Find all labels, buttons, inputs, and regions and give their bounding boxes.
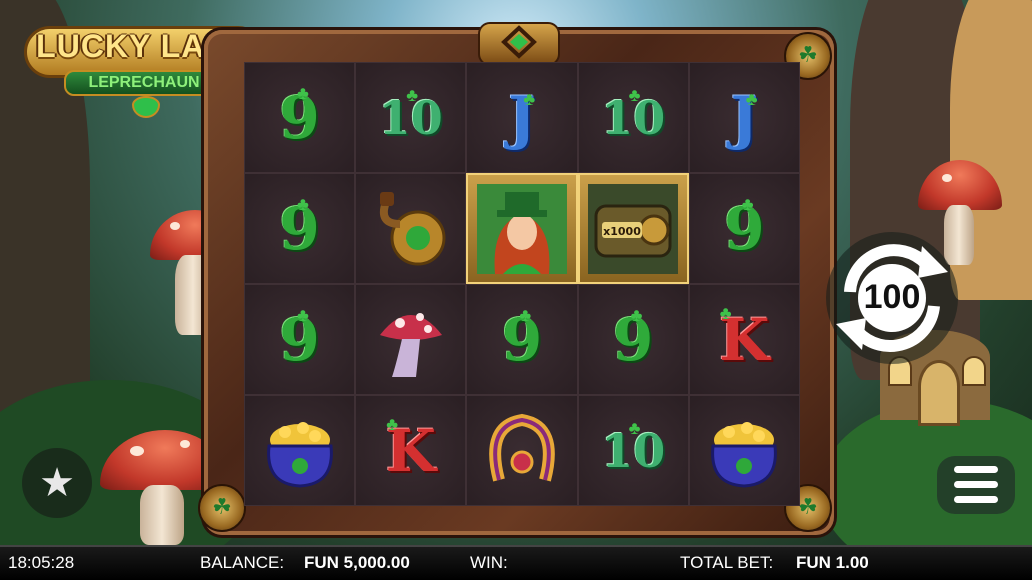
reel-grid: 9 ♣ 10 ♣ J ♣ 10 ♣ J ♣ 9 ♣ x1000 9 ♣ 9 ♣ …	[244, 62, 800, 506]
hamburger-icon-bar	[954, 496, 998, 503]
autospin-count: 100	[863, 278, 921, 316]
symbol-horseshoe	[466, 395, 578, 506]
symbol-treasure-chest: x1000	[577, 173, 689, 284]
hamburger-icon-bar	[954, 481, 998, 488]
mushroom-icon	[379, 312, 442, 377]
corner-clover-ornament: ☘	[198, 484, 246, 532]
pot-of-gold-icon	[711, 421, 778, 488]
symbol-9: 9 ♣	[244, 173, 356, 284]
win-label: WIN:	[470, 553, 508, 572]
symbol-9: 9 ♣	[244, 284, 356, 395]
symbol-k: K ♣	[355, 395, 467, 506]
lady-icon	[476, 183, 567, 274]
symbol-lady	[466, 173, 578, 284]
symbol-pot-of-gold	[688, 395, 800, 506]
mushroom-stem	[140, 485, 184, 545]
balance-value: FUN 5,000.00	[304, 553, 410, 572]
treasure-chest-icon: x1000	[588, 183, 679, 274]
pipe-pot-icon	[379, 191, 446, 265]
logo-subtitle: LEPRECHAUN	[64, 70, 224, 96]
symbol-mushroom	[355, 284, 467, 395]
pot-of-gold-icon	[266, 421, 333, 488]
menu-button[interactable]	[937, 456, 1015, 514]
total-bet-value: FUN 1.00	[796, 553, 869, 572]
symbol-k: K ♣	[688, 284, 800, 395]
symbol-j: J ♣	[466, 62, 578, 173]
chest-multiplier: x1000	[603, 225, 641, 238]
symbol-10: 10 ♣	[577, 395, 689, 506]
symbol-pipe-pot	[355, 173, 467, 284]
frame-knot-ornament	[478, 22, 560, 66]
symbol-10: 10 ♣	[577, 62, 689, 173]
symbol-10: 10 ♣	[355, 62, 467, 173]
horseshoe-icon	[489, 413, 555, 482]
autospin-button[interactable]: 100	[826, 232, 958, 364]
total-bet-label: TOTAL BET:	[680, 553, 774, 572]
symbol-9: 9 ♣	[244, 62, 356, 173]
symbol-9: 9 ♣	[577, 284, 689, 395]
balance-label: BALANCE:	[200, 553, 285, 572]
symbol-j: J ♣	[688, 62, 800, 173]
status-bar: 18:05:28 BALANCE: FUN 5,000.00 WIN: TOTA…	[0, 545, 1032, 580]
star-icon[interactable]: ★	[22, 448, 92, 518]
symbol-9: 9 ♣	[466, 284, 578, 395]
hamburger-icon	[954, 466, 998, 473]
symbol-pot-of-gold	[244, 395, 356, 506]
clock: 18:05:28	[8, 553, 75, 572]
symbol-9: 9 ♣	[688, 173, 800, 284]
